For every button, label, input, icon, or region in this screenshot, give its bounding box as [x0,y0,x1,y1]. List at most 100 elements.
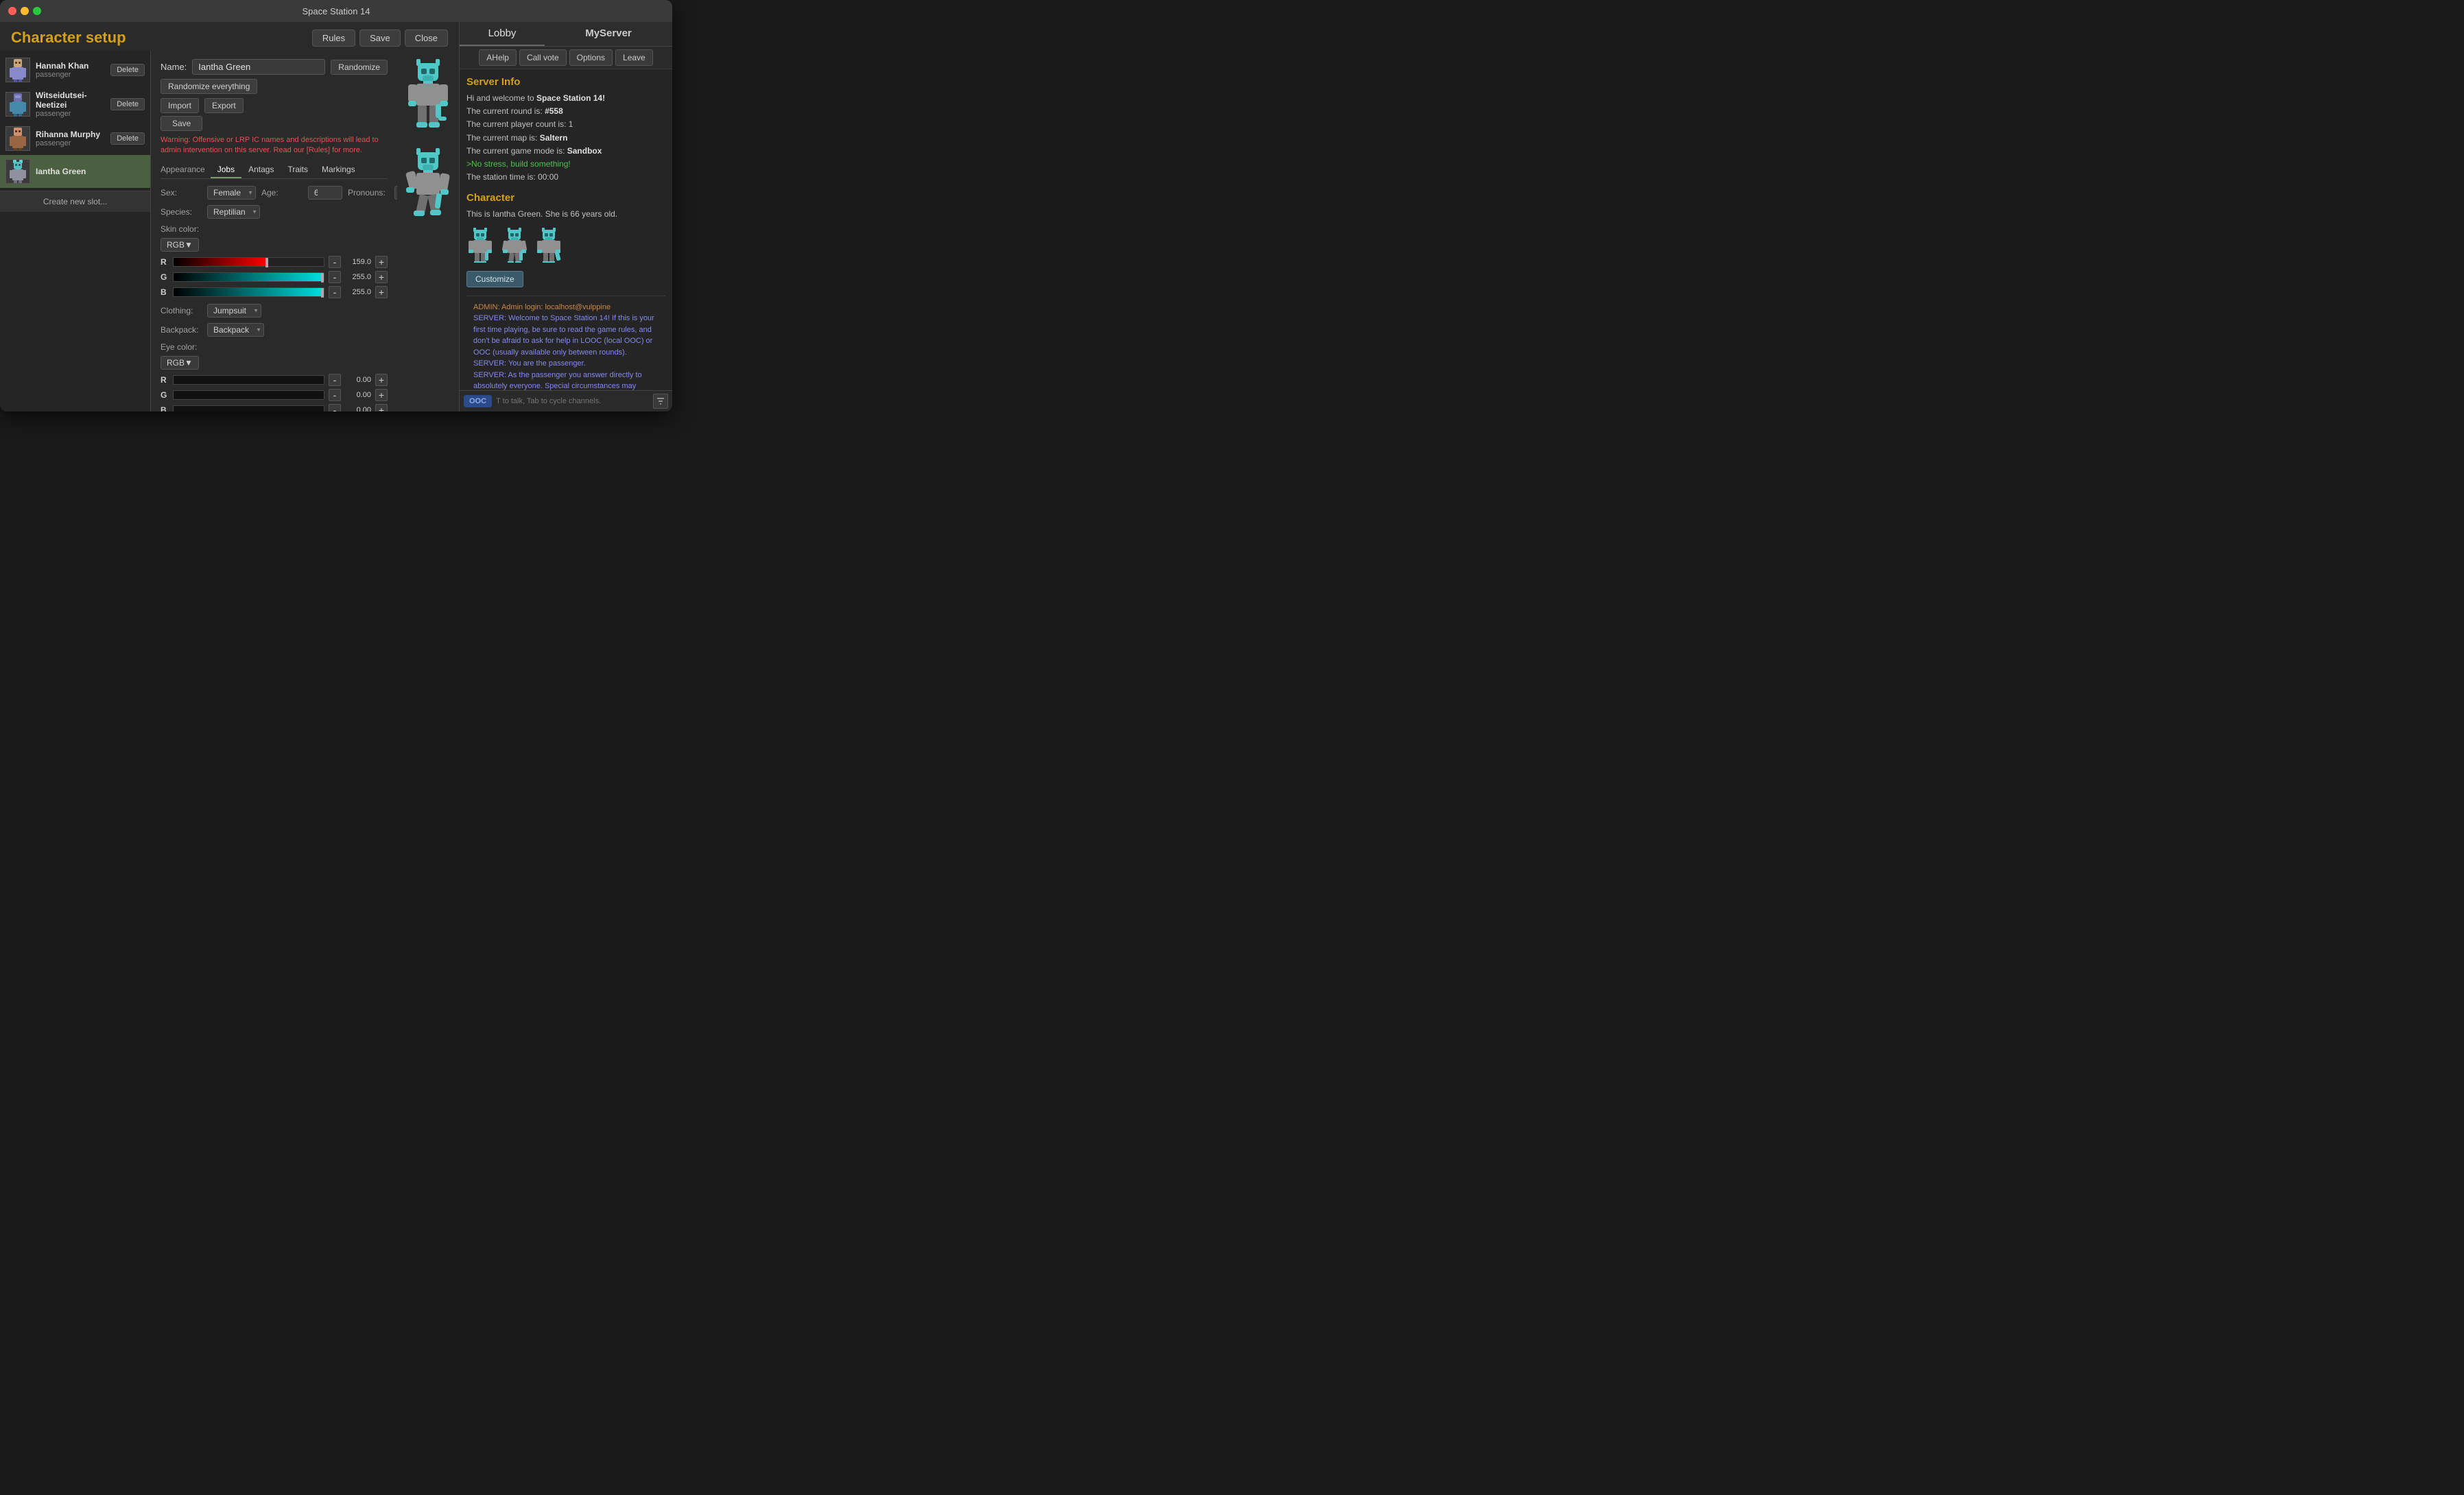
close-button[interactable] [8,7,16,15]
customize-button[interactable]: Customize [466,271,523,287]
tab-jobs[interactable]: Jobs [211,162,241,178]
tab-antags[interactable]: Antags [241,162,281,178]
char-item-4[interactable]: Iantha Green [0,155,150,188]
species-dropdown[interactable]: Reptilian Human Moth [207,205,260,219]
eye-b-minus[interactable]: - [329,404,341,411]
server-name-tab[interactable]: MyServer [545,22,672,46]
b-slider-track[interactable] [173,287,324,297]
server-player: The current player count is: 1 [466,118,665,131]
warning-content: Warning: Offensive or LRP IC names and d… [161,136,379,154]
backpack-dropdown-wrapper: Backpack [207,323,264,337]
eye-g-value: 0.00 [345,391,371,399]
r-slider-row: R - 159.0 + [161,256,388,268]
eye-b-plus[interactable]: + [375,404,388,411]
eye-r-plus[interactable]: + [375,374,388,386]
char-body: Hannah Khan passenger Delete [0,51,459,411]
filter-button[interactable] [653,394,668,409]
eye-g-track[interactable] [173,390,324,400]
header-buttons: Rules Save Close [312,29,448,47]
call-vote-button[interactable]: Call vote [519,49,567,66]
options-button[interactable]: Options [569,49,613,66]
r-plus[interactable]: + [375,256,388,268]
lobby-tab[interactable]: Lobby [460,22,545,46]
backpack-row: Backpack: Backpack [161,323,388,337]
character-setup-panel: Character setup Rules Save Close [0,22,460,411]
eye-r-value: 0.00 [345,376,371,384]
rules-button[interactable]: Rules [312,29,355,47]
warning-text: Warning: Offensive or LRP IC names and d… [161,135,388,156]
sex-dropdown[interactable]: Female Male [207,186,256,200]
r-minus[interactable]: - [329,256,341,268]
r-slider-track[interactable] [173,257,324,267]
server-info-title: Server Info [466,76,520,88]
tab-traits[interactable]: Traits [281,162,315,178]
char-lobby-sprite-2 [501,227,528,263]
character-sprite-front [404,58,452,133]
create-slot-button[interactable]: Create new slot... [0,191,150,212]
g-plus[interactable]: + [375,271,388,283]
main-content: Character setup Rules Save Close [0,22,672,411]
delete-char-3[interactable]: Delete [110,132,145,145]
b-plus[interactable]: + [375,286,388,298]
sex-row: Sex: Female Male Age: Pronouns: [161,186,388,200]
g-slider-track[interactable] [173,272,324,282]
randomize-all-button[interactable]: Randomize everything [161,79,257,94]
maximize-button[interactable] [33,7,41,15]
appearance-tabs: Appearance Jobs Antags Traits Markings [161,162,388,179]
close-button-header[interactable]: Close [405,29,448,47]
eye-b-label: B [161,405,169,411]
ahelp-button[interactable]: AHelp [479,49,517,66]
randomize-name-button[interactable]: Randomize [331,60,388,75]
char-role-3: passenger [36,139,105,147]
rgb-mode-button[interactable]: RGB▼ [161,238,199,252]
name-row: Name: Randomize [161,59,388,75]
editor-save-button[interactable]: Save [161,116,202,131]
character-list: Hannah Khan passenger Delete [0,51,151,411]
clothing-dropdown[interactable]: Jumpsuit [207,304,261,318]
char-item-2[interactable]: Witseidutsei-Neetizei passenger Delete [0,86,150,122]
eye-b-value: 0.00 [345,406,371,411]
tab-markings[interactable]: Markings [315,162,362,178]
clothing-dropdown-wrapper: Jumpsuit [207,304,261,318]
name-input[interactable] [192,59,325,75]
eye-r-label: R [161,375,169,385]
b-minus[interactable]: - [329,286,341,298]
char-avatar-4 [5,159,30,184]
eye-r-track[interactable] [173,375,324,385]
server-map: The current map is: Saltern [466,132,665,145]
leave-button[interactable]: Leave [615,49,653,66]
eye-r-minus[interactable]: - [329,374,341,386]
export-button[interactable]: Export [204,98,244,113]
delete-char-1[interactable]: Delete [110,64,145,76]
save-button[interactable]: Save [359,29,401,47]
char-name-2: Witseidutsei-Neetizei [36,91,105,110]
char-item-1[interactable]: Hannah Khan passenger Delete [0,53,150,86]
eye-g-plus[interactable]: + [375,389,388,401]
character-section-title: Character [466,192,514,204]
char-item-3[interactable]: Rihanna Murphy passenger Delete [0,122,150,155]
clothing-label: Clothing: [161,306,202,315]
r-value: 159.0 [345,258,371,266]
char-role-2: passenger [36,110,105,118]
server-time: The station time is: 00:00 [466,171,665,184]
minimize-button[interactable] [21,7,29,15]
character-setup-title: Character setup [11,29,126,47]
eye-g-minus[interactable]: - [329,389,341,401]
eye-b-track[interactable] [173,405,324,411]
age-input[interactable] [308,186,342,200]
char-name-4: Iantha Green [36,167,145,176]
r-label: R [161,257,169,267]
pronouns-dropdown[interactable]: She / Her He / Him They / Them [394,186,397,200]
server-info-content: Hi and welcome to Space Station 14! The … [466,92,665,184]
eye-rgb-mode-button[interactable]: RGB▼ [161,356,199,370]
chat-input-field[interactable] [496,397,649,405]
backpack-dropdown[interactable]: Backpack [207,323,264,337]
server-round: The current round is: #558 [466,105,665,118]
eye-g-label: G [161,390,169,400]
name-label: Name: [161,62,187,72]
character-sprite-side [404,147,452,222]
main-window: Space Station 14 Character setup Rules S… [0,0,672,411]
delete-char-2[interactable]: Delete [110,98,145,110]
import-button[interactable]: Import [161,98,199,113]
g-minus[interactable]: - [329,271,341,283]
